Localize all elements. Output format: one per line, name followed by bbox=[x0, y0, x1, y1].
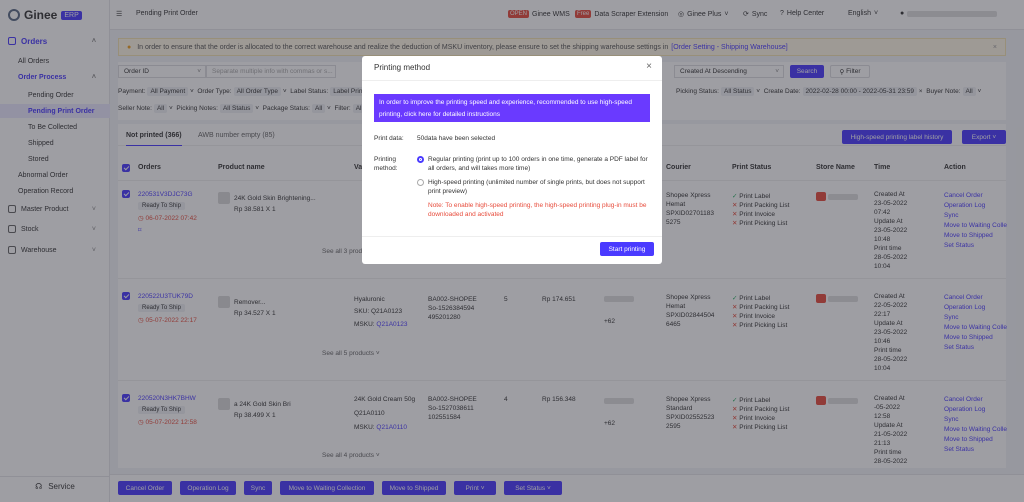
close-icon[interactable]: × bbox=[646, 61, 652, 72]
start-printing-button[interactable]: Start printing bbox=[600, 242, 654, 256]
divider bbox=[362, 80, 662, 81]
high-speed-printing-banner[interactable]: In order to improve the printing speed a… bbox=[374, 94, 650, 122]
regular-printing-option[interactable]: Regular printing (print up to 100 orders… bbox=[428, 155, 652, 173]
high-speed-note: Note: To enable high-speed printing, the… bbox=[428, 202, 647, 218]
printing-method-dialog: Printing method × In order to improve th… bbox=[362, 56, 662, 264]
regular-printing-radio[interactable] bbox=[417, 156, 424, 163]
print-data-label: Print data: bbox=[374, 135, 404, 142]
printing-method-label: Printing method: bbox=[374, 156, 398, 172]
print-data-value: 50data have been selected bbox=[417, 135, 496, 142]
high-speed-printing-radio[interactable] bbox=[417, 179, 424, 186]
divider bbox=[362, 236, 662, 237]
dialog-title: Printing method bbox=[374, 63, 431, 72]
high-speed-printing-option[interactable]: High-speed printing (unlimited number of… bbox=[428, 178, 652, 196]
